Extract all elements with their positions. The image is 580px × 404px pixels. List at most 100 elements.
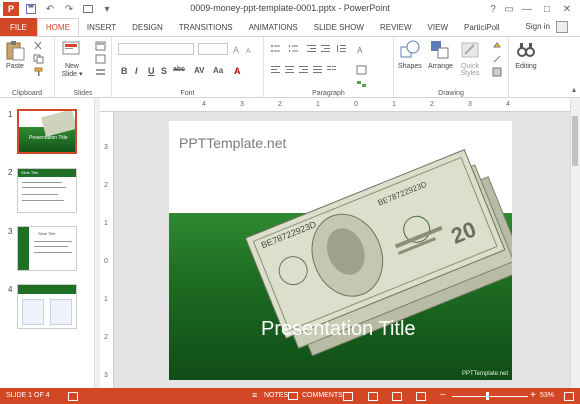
shadow-button[interactable]: S: [161, 66, 167, 76]
fit-slide-icon[interactable]: [564, 392, 574, 401]
save-icon[interactable]: [24, 2, 38, 16]
help-icon[interactable]: ?: [486, 2, 500, 16]
redo-icon[interactable]: ↷: [62, 2, 76, 16]
increase-indent-icon[interactable]: [320, 44, 331, 54]
thumbnail-title: Presentation Title: [29, 135, 68, 141]
tab-view[interactable]: VIEW: [420, 18, 456, 36]
increase-font-size-icon[interactable]: A: [232, 44, 243, 54]
slide-canvas[interactable]: PPTTemplate.net BE78722923D BE78722923D …: [169, 121, 512, 380]
italic-button[interactable]: I: [135, 66, 138, 76]
shape-outline-icon[interactable]: [492, 54, 503, 64]
shape-effects-icon[interactable]: [492, 67, 503, 77]
arrange-button[interactable]: Arrange: [428, 39, 453, 70]
tab-file[interactable]: FILE: [0, 18, 37, 36]
format-painter-icon[interactable]: [33, 67, 44, 77]
ribbon-display-options-icon[interactable]: ▭: [502, 2, 516, 16]
zoom-in-icon[interactable]: +: [530, 390, 536, 401]
banknote-image[interactable]: BE78722923D BE78722923D 20: [169, 121, 512, 380]
customize-quick-access-icon[interactable]: ▾: [100, 2, 114, 16]
tab-transitions[interactable]: TRANSITIONS: [171, 18, 241, 36]
slide-thumbnail-1[interactable]: Presentation Title: [17, 109, 77, 154]
layout-icon[interactable]: [95, 41, 106, 51]
section-icon[interactable]: [95, 67, 106, 77]
slides-label: Slides: [73, 90, 93, 97]
justify-icon[interactable]: [312, 65, 323, 75]
tab-insert[interactable]: INSERT: [79, 18, 124, 36]
arrange-icon: [431, 41, 449, 59]
align-right-icon[interactable]: [298, 65, 309, 75]
paste-button[interactable]: Paste: [4, 39, 26, 70]
slide-count-status: SLIDE 1 OF 4: [6, 392, 50, 399]
quick-styles-button[interactable]: Quick Styles: [459, 39, 481, 77]
reset-icon[interactable]: [95, 54, 106, 64]
numbering-icon[interactable]: [288, 44, 299, 54]
collapse-ribbon-icon[interactable]: ▴: [572, 85, 576, 94]
account-icon[interactable]: [556, 21, 568, 33]
quick-styles-label-1: Quick: [461, 63, 479, 70]
tab-design[interactable]: DESIGN: [124, 18, 171, 36]
font-size-combo[interactable]: [198, 43, 228, 55]
ruler-tick: 0: [354, 101, 358, 108]
ribbon: Paste Clipboard New Slide ▾ Slides A A B…: [0, 36, 580, 98]
slide-thumbnail-2[interactable]: Slide Title: [17, 168, 77, 213]
decrease-indent-icon[interactable]: [306, 44, 317, 54]
editing-button[interactable]: Editing: [515, 39, 537, 70]
undo-icon[interactable]: ↶: [43, 2, 57, 16]
slide-title[interactable]: Presentation Title: [261, 318, 416, 341]
comments-icon[interactable]: [288, 392, 298, 400]
comments-button[interactable]: COMMENTS: [302, 392, 343, 399]
sign-in-link[interactable]: Sign in: [526, 22, 550, 31]
tab-animations[interactable]: ANIMATIONS: [241, 18, 306, 36]
normal-view-icon[interactable]: [343, 392, 353, 401]
smartart-icon[interactable]: [356, 79, 367, 89]
notes-icon[interactable]: ≡: [252, 390, 257, 400]
decrease-font-size-icon[interactable]: A: [245, 44, 256, 54]
spell-check-icon[interactable]: [68, 392, 78, 401]
maximize-icon[interactable]: □: [540, 2, 554, 16]
reading-view-icon[interactable]: [392, 392, 402, 401]
slide-thumbnail-4[interactable]: [17, 284, 77, 329]
bold-button[interactable]: B: [121, 66, 128, 76]
ruler-tick: 1: [104, 220, 108, 227]
align-left-icon[interactable]: [270, 65, 281, 75]
ruler-tick: 4: [506, 101, 510, 108]
tab-home[interactable]: HOME: [36, 18, 79, 36]
bullets-icon[interactable]: [270, 44, 281, 54]
zoom-slider-thumb[interactable]: [486, 392, 489, 400]
slide-sorter-icon[interactable]: [368, 392, 378, 401]
cut-icon[interactable]: [33, 41, 44, 51]
zoom-slider[interactable]: [452, 396, 528, 397]
underline-button[interactable]: U: [148, 66, 155, 76]
editing-label-btn: Editing: [515, 63, 537, 70]
start-from-beginning-icon[interactable]: [81, 2, 95, 16]
font-name-combo[interactable]: [118, 43, 194, 55]
text-direction-icon[interactable]: A: [356, 44, 367, 54]
change-case-button[interactable]: Aa: [213, 66, 223, 75]
tab-participoll[interactable]: ParticiPoll: [456, 18, 508, 36]
editor-scrollbar-thumb[interactable]: [572, 116, 578, 166]
strikethrough-button[interactable]: abc: [173, 66, 185, 73]
align-text-icon[interactable]: [356, 65, 367, 75]
copy-icon[interactable]: [33, 54, 44, 64]
line-spacing-icon[interactable]: [336, 44, 347, 54]
slide-show-icon[interactable]: [416, 392, 426, 401]
align-center-icon[interactable]: [284, 65, 295, 75]
new-slide-button[interactable]: New Slide ▾: [61, 39, 83, 78]
notes-button[interactable]: NOTES: [264, 392, 288, 399]
drawing-label: Drawing: [438, 90, 464, 97]
close-icon[interactable]: ✕: [560, 2, 574, 16]
character-spacing-button[interactable]: AV: [194, 66, 205, 75]
slide-thumbnail-3[interactable]: Slide Title: [17, 226, 77, 271]
columns-icon[interactable]: [326, 65, 337, 75]
ruler-tick: 2: [104, 182, 108, 189]
minimize-icon[interactable]: —: [520, 2, 534, 16]
ruler-tick: 2: [430, 101, 434, 108]
zoom-out-icon[interactable]: −: [440, 390, 446, 401]
tab-slide-show[interactable]: SLIDE SHOW: [306, 18, 372, 36]
shapes-button[interactable]: Shapes: [398, 39, 422, 70]
shapes-label: Shapes: [398, 63, 422, 70]
zoom-level[interactable]: 53%: [540, 392, 554, 399]
font-color-button[interactable]: A: [234, 66, 241, 76]
tab-review[interactable]: REVIEW: [372, 18, 420, 36]
shape-fill-icon[interactable]: [492, 41, 503, 51]
